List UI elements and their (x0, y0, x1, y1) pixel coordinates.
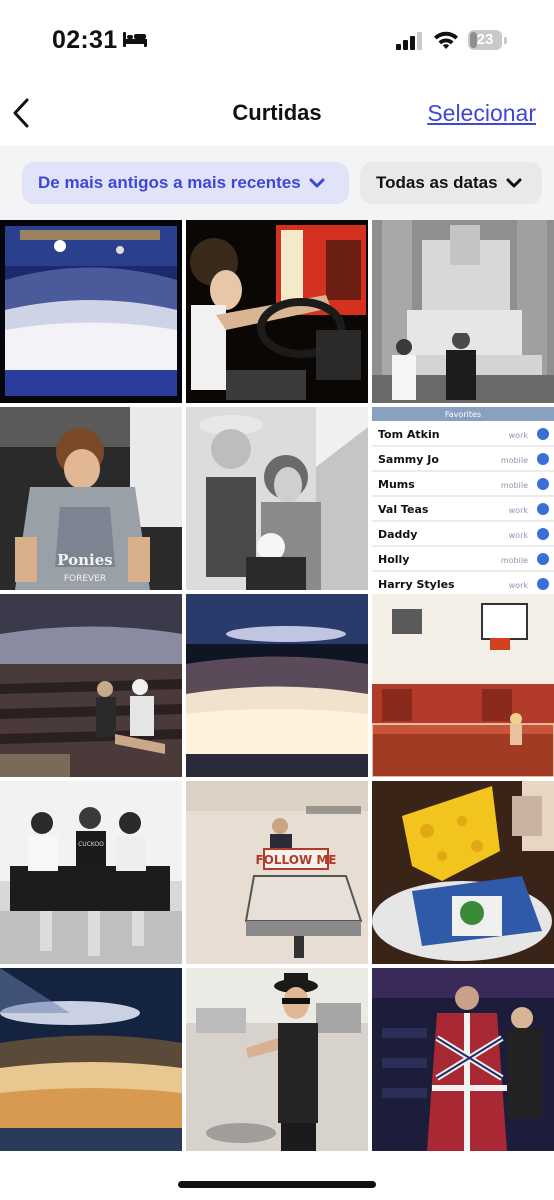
contact-type: work (509, 506, 529, 515)
shirt-text-ponies: Ponies (57, 551, 112, 569)
photo-tile[interactable]: FOLLOW ME (186, 781, 368, 964)
bed-icon (123, 32, 147, 47)
chevron-down-icon (506, 178, 522, 188)
photo-stadium-seats (0, 594, 182, 777)
battery-percent: 23 (476, 31, 494, 48)
photo-cheese-hat (372, 781, 554, 964)
photo-contacts-screen: Favorites Tom Atkin work Sammy Jo mobile Mum… (372, 407, 554, 590)
contact-type: work (509, 581, 529, 590)
sort-order-label: De mais antigos a mais recentes (38, 173, 301, 192)
photo-lincoln-memorial (372, 220, 554, 403)
photo-tile[interactable] (0, 594, 182, 777)
contact-detail-icon (537, 578, 549, 590)
contact-detail-icon (537, 428, 549, 440)
photo-tile[interactable]: CUCKOO (0, 781, 182, 964)
photo-driving-bus (186, 220, 368, 403)
contact-type: work (509, 431, 529, 440)
cellular-signal-icon (396, 32, 422, 50)
home-indicator[interactable] (178, 1181, 376, 1188)
photo-tile[interactable] (372, 220, 554, 403)
contact-name: Daddy (378, 528, 417, 541)
photo-tile[interactable]: Favorites Tom Atkin work Sammy Jo mobile Mum… (372, 407, 554, 590)
battery-indicator: 23 (468, 30, 508, 52)
photo-hug-stairs (186, 407, 368, 590)
contact-detail-icon (537, 503, 549, 515)
contact-type: mobile (501, 481, 528, 490)
status-time: 02:31 (52, 26, 118, 54)
photo-basketball-court (372, 594, 554, 777)
photo-tile[interactable] (186, 968, 368, 1151)
contact-name: Harry Styles (378, 578, 455, 590)
contacts-header: Favorites (445, 410, 481, 419)
filter-bar: De mais antigos a mais recentes Todas as… (0, 146, 554, 220)
photo-tile[interactable] (372, 968, 554, 1151)
photo-tile[interactable] (186, 594, 368, 777)
select-button[interactable]: Selecionar (427, 100, 536, 127)
photo-flag-jacket (372, 968, 554, 1151)
nav-bar: Curtidas Selecionar (0, 80, 554, 144)
contact-name: Mums (378, 478, 415, 491)
status-bar: 02:31 23 (0, 0, 554, 80)
photo-hat-pointing (186, 968, 368, 1151)
photo-three-on-sofa: CUCKOO (0, 781, 182, 964)
contact-detail-icon (537, 528, 549, 540)
photo-concert-crowd (186, 594, 368, 777)
battery-cap (504, 37, 507, 44)
photo-tile[interactable] (0, 220, 182, 403)
photo-grid: Ponies FOREVER Favorites Tom Atkin work … (0, 220, 554, 1151)
contact-detail-icon (537, 453, 549, 465)
tee-text: CUCKOO (78, 841, 104, 848)
contact-type: mobile (501, 456, 528, 465)
photo-tile[interactable] (372, 594, 554, 777)
date-filter-dropdown[interactable]: Todas as datas (360, 162, 542, 204)
contact-detail-icon (537, 478, 549, 490)
sort-order-dropdown[interactable]: De mais antigos a mais recentes (22, 162, 349, 204)
photo-concert-arena (0, 220, 182, 403)
contact-name: Sammy Jo (378, 453, 439, 466)
date-filter-label: Todas as datas (376, 173, 498, 192)
wifi-icon (434, 31, 458, 49)
contact-name: Holly (378, 553, 409, 566)
photo-ponies-tshirt: Ponies FOREVER (0, 407, 182, 590)
photo-tile[interactable] (0, 968, 182, 1151)
follow-me-sign-text: FOLLOW ME (255, 853, 336, 867)
contact-name: Val Teas (378, 503, 429, 516)
photo-tile[interactable]: Ponies FOREVER (0, 407, 182, 590)
photo-tile[interactable] (372, 781, 554, 964)
photo-concert-lights (0, 968, 182, 1151)
contact-name: Tom Atkin (378, 428, 440, 441)
photo-tile[interactable] (186, 220, 368, 403)
chevron-down-icon (309, 178, 325, 188)
photo-follow-me-sign: FOLLOW ME (186, 781, 368, 964)
contact-detail-icon (537, 553, 549, 565)
contact-type: work (509, 531, 529, 540)
shirt-text-forever: FOREVER (64, 574, 106, 584)
contact-type: mobile (501, 556, 528, 565)
photo-tile[interactable] (186, 407, 368, 590)
